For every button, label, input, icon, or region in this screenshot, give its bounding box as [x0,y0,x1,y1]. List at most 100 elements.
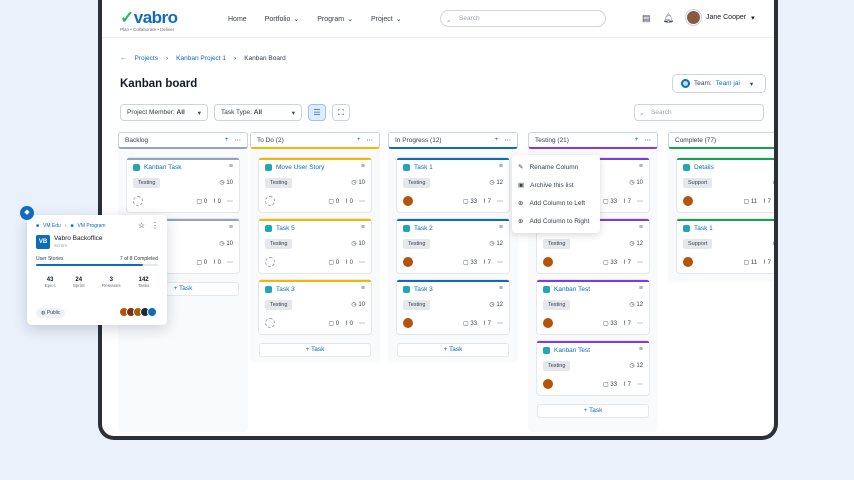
card-title[interactable]: Move User Story [265,164,324,171]
more-horizontal-icon[interactable]: ⋯ [637,198,643,205]
card-title[interactable]: Task 3 [403,286,433,293]
task-card[interactable]: Task 5 ≡ Testing ◷ 10 ▢ 0 ⌇ 0 ⋯ [259,219,371,273]
global-search-input[interactable]: ⌕ Search [440,10,606,27]
assign-user-icon[interactable] [133,196,143,206]
task-card[interactable]: Task 2 ≡ Testing ◷ 12 ▢ 33 ⌇ 7 ⋯ [397,219,509,273]
program-card[interactable]: ■ VM Edu › ■ VM Program ☆ ⋮ VB Vabro Bac… [27,215,167,325]
card-menu-icon[interactable]: ≡ [229,224,233,231]
card-menu-icon[interactable]: ≡ [639,346,643,353]
more-horizontal-icon[interactable]: ⋯ [497,198,503,205]
assign-user-icon[interactable] [265,257,275,267]
card-title[interactable]: Details [683,164,714,171]
card-menu-icon[interactable]: ≡ [361,224,365,231]
column-header[interactable]: Backlog + ⋯ [118,132,248,149]
task-card[interactable]: Move User Story ≡ Testing ◷ 10 ▢ 0 ⌇ 0 ⋯ [259,158,371,212]
filter-settings-button[interactable]: ☰ [308,104,326,121]
add-card-icon[interactable]: + [495,136,499,144]
more-horizontal-icon[interactable]: ⋯ [497,259,503,266]
more-horizontal-icon[interactable]: ⋯ [367,136,374,144]
back-arrow-icon[interactable]: ← [120,55,127,62]
breadcrumb-project[interactable]: Kanban Project 1 [176,55,226,62]
nav-program[interactable]: Program ⌄ [317,15,353,24]
card-title[interactable]: Kanban Test [543,286,590,293]
more-horizontal-icon[interactable]: ⋯ [235,136,242,144]
card-menu-icon[interactable]: ≡ [639,163,643,170]
project-member-filter[interactable]: Project Member: All ▾ [120,104,208,121]
add-card-icon[interactable]: + [225,136,229,144]
card-title[interactable]: Task 3 [265,286,295,293]
program-crumb-1[interactable]: VM Edu [43,223,61,229]
attachment-count: ⌇ 7 [623,320,631,327]
task-card[interactable]: Kanban Test ≡ Testing ◷ 12 ▢ 33 ⌇ 7 ⋯ [537,341,649,395]
card-menu-icon[interactable]: ≡ [361,163,365,170]
task-card[interactable]: Task 1≡Support◷ 1▢ 11⌇ 7⋯ [677,219,774,273]
task-card[interactable]: Task 1 ≡ Testing ◷ 12 ▢ 33 ⌇ 7 ⋯ [397,158,509,212]
card-title[interactable]: Task 1 [403,164,433,171]
column-header[interactable]: Complete (77)+⋯ [668,132,774,149]
more-vertical-icon[interactable]: ⋮ [151,221,159,230]
menu-add-column-right[interactable]: ⊕ Add Column to Right [512,212,600,230]
add-card-icon[interactable]: + [635,136,639,144]
nav-portfolio[interactable]: Portfolio ⌄ [265,15,300,24]
add-task-button[interactable]: + Task [537,404,649,418]
clock-icon: ◷ [629,363,635,369]
more-horizontal-icon[interactable]: ⋯ [637,320,643,327]
program-crumb-2[interactable]: VM Program [78,223,106,229]
add-task-button[interactable]: + Task [397,343,509,357]
task-card[interactable]: Kanban Test ≡ Testing ◷ 12 ▢ 33 ⌇ 7 ⋯ [537,280,649,334]
task-type-icon [265,286,272,293]
more-horizontal-icon[interactable]: ⋯ [359,198,365,205]
app-logo[interactable]: ✓vabro Plan • Collaborate • Deliver [120,8,178,32]
card-menu-icon[interactable]: ≡ [499,285,503,292]
more-horizontal-icon[interactable]: ⋯ [637,259,643,266]
task-card[interactable]: Task 3 ≡ Testing ◷ 12 ▢ 33 ⌇ 7 ⋯ [397,280,509,334]
menu-add-column-left[interactable]: ⊕ Add Column to Left [512,194,600,212]
card-title[interactable]: Kanban Task [133,164,181,171]
task-type-filter[interactable]: Task Type: All ▾ [214,104,302,121]
breadcrumb-projects[interactable]: Projects [135,55,158,62]
card-menu-icon[interactable]: ≡ [499,163,503,170]
card-menu-icon[interactable]: ≡ [639,224,643,231]
card-menu-icon[interactable]: ≡ [499,224,503,231]
bell-icon[interactable]: 🔔︎ [663,13,674,24]
card-footer: ▢ 33 ⌇ 7 ⋯ [403,257,503,267]
card-title[interactable]: Task 1 [683,225,713,232]
task-card[interactable]: Details≡Support◷ 1▢ 11⌇ 7⋯ [677,158,774,212]
pencil-icon: ✎ [518,164,524,171]
card-title[interactable]: Kanban Test [543,347,590,354]
card-menu-icon[interactable]: ≡ [639,285,643,292]
board-search-input[interactable]: ⌕ Search [634,104,764,121]
more-horizontal-icon[interactable]: ⋯ [359,259,365,266]
team-selector[interactable]: Team: Team jai ▾ [672,74,766,93]
more-horizontal-icon[interactable]: ⋯ [505,136,512,144]
menu-archive-list[interactable]: ▣ Archive this list [512,176,600,194]
star-icon[interactable]: ☆ [138,221,145,230]
inbox-icon[interactable]: ▤ [642,13,651,24]
column-header[interactable]: In Progress (12) + ⋯ [388,132,518,149]
add-card-icon[interactable]: + [357,136,361,144]
task-card[interactable]: Task 3 ≡ Testing ◷ 10 ▢ 0 ⌇ 0 ⋯ [259,280,371,334]
more-horizontal-icon[interactable]: ⋯ [645,136,652,144]
column-header[interactable]: To Do (2) + ⋯ [250,132,380,149]
add-task-button[interactable]: + Task [259,343,371,357]
card-title[interactable]: Task 5 [265,225,295,232]
card-menu-icon[interactable]: ≡ [229,163,233,170]
task-card[interactable]: Kanban Task ≡ Testing ◷ 10 ▢ 0 ⌇ 0 ⋯ [127,158,239,212]
more-horizontal-icon[interactable]: ⋯ [497,320,503,327]
stat-tasks: 142 Tasks [137,277,150,288]
more-horizontal-icon[interactable]: ⋯ [359,320,365,327]
assign-user-icon[interactable] [265,318,275,328]
nav-project[interactable]: Project ⌄ [371,15,402,24]
card-menu-icon[interactable]: ≡ [361,285,365,292]
more-horizontal-icon[interactable]: ⋯ [227,259,233,266]
member-avatars[interactable] [119,307,157,317]
column-header[interactable]: Testing (21) + ⋯ [528,132,658,149]
user-menu[interactable]: Jane Cooper ▾ [686,10,755,25]
menu-rename-column[interactable]: ✎ Rename Column [512,158,600,176]
assign-user-icon[interactable] [265,196,275,206]
more-horizontal-icon[interactable]: ⋯ [637,381,643,388]
nav-home[interactable]: Home [228,15,247,23]
fullscreen-button[interactable]: ⛶ [332,104,350,121]
card-title[interactable]: Task 2 [403,225,433,232]
more-horizontal-icon[interactable]: ⋯ [227,198,233,205]
